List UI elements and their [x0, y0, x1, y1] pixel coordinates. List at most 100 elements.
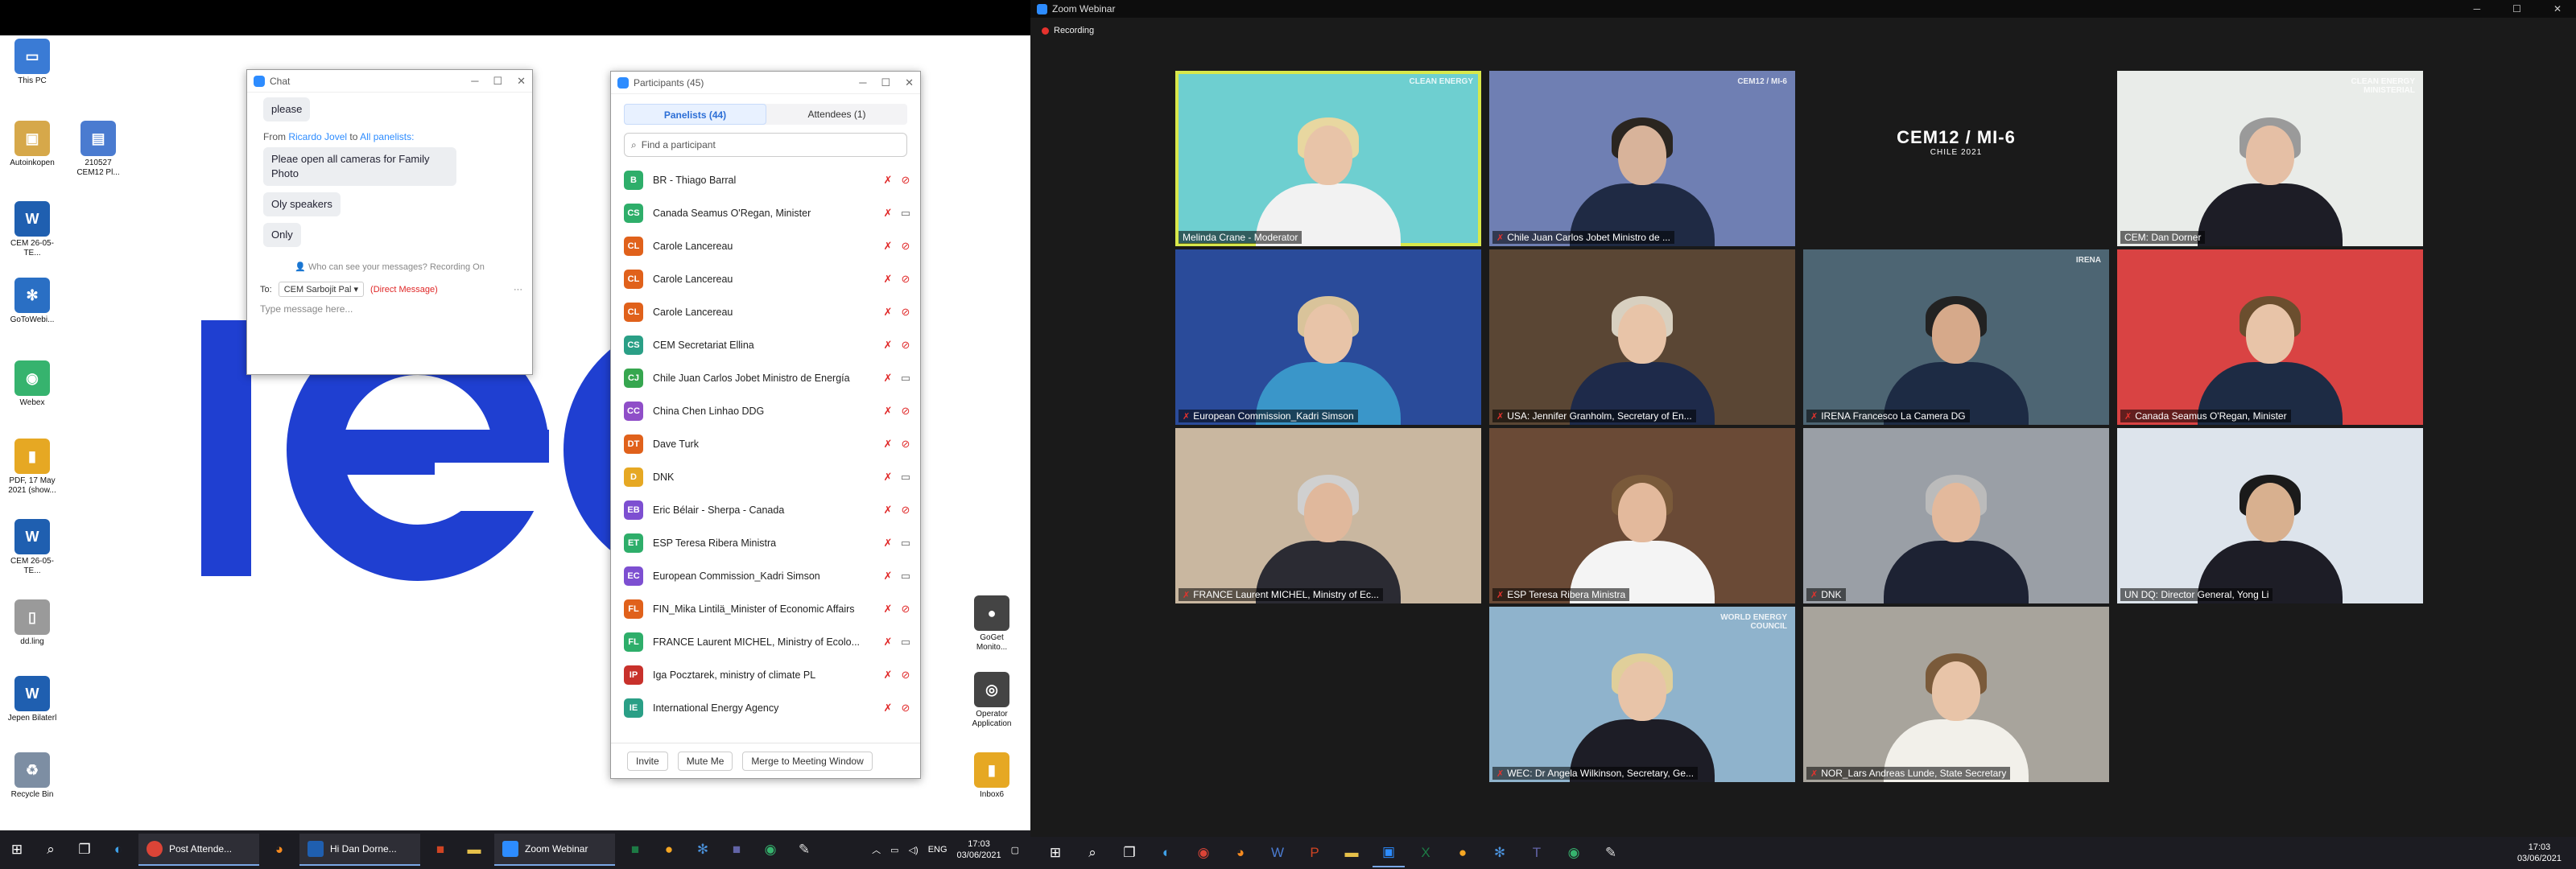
video-tile[interactable]: ✗ NOR_Lars Andreas Lunde, State Secretary: [1803, 607, 2109, 782]
firefox-icon[interactable]: ◕: [1224, 838, 1257, 867]
camera-off-icon[interactable]: ⊘: [899, 603, 912, 616]
taskbar-app-word[interactable]: Hi Dan Dorne...: [299, 834, 420, 866]
zoom-titlebar[interactable]: Zoom Webinar ─ ☐ ✕: [1030, 0, 2576, 18]
video-tile[interactable]: CLEAN ENERGY Melinda Crane - Moderator: [1175, 71, 1481, 246]
mic-muted-icon[interactable]: ✗: [881, 240, 894, 253]
teams-icon[interactable]: T: [1521, 838, 1553, 867]
invite-button[interactable]: Invite: [627, 751, 668, 771]
chrome-icon[interactable]: ◉: [756, 835, 785, 864]
video-tile[interactable]: ✗ European Commission_Kadri Simson: [1175, 249, 1481, 425]
maximize-icon[interactable]: ☐: [493, 75, 502, 88]
file-explorer-icon[interactable]: ▬: [460, 835, 489, 864]
video-tile[interactable]: ✗ ESP Teresa Ribera Ministra: [1489, 428, 1795, 603]
mic-muted-icon[interactable]: ✗: [881, 570, 894, 583]
close-icon[interactable]: ✕: [905, 76, 914, 89]
participant-row[interactable]: CS CEM Secretariat Ellina ✗ ⊘: [624, 328, 912, 361]
mic-muted-icon[interactable]: ✗: [881, 504, 894, 517]
desktop-icon[interactable]: ▤ 210527 CEM12 Pl...: [72, 121, 124, 178]
participant-row[interactable]: CC China Chen Linhao DDG ✗ ⊘: [624, 394, 912, 427]
task-view-icon[interactable]: ❐: [70, 835, 99, 864]
desktop-icon[interactable]: W CEM 26-05-TE...: [6, 519, 58, 576]
clock[interactable]: 17:03 03/06/2021: [957, 838, 1001, 861]
camera-icon[interactable]: ▭: [899, 372, 912, 385]
sender-link[interactable]: Ricardo Jovel: [288, 131, 347, 142]
edge-icon[interactable]: ◐: [1150, 838, 1183, 867]
chrome-icon[interactable]: ◉: [1558, 838, 1590, 867]
windows-start-icon[interactable]: ⊞: [2, 835, 31, 864]
maximize-icon[interactable]: ☐: [881, 76, 890, 89]
more-options-icon[interactable]: ···: [514, 285, 522, 294]
search-icon[interactable]: ⌕: [36, 835, 65, 864]
powerpoint-icon[interactable]: ■: [426, 835, 455, 864]
camera-off-icon[interactable]: ⊘: [899, 702, 912, 715]
desktop-icon[interactable]: W Jepen Bilaterl: [6, 676, 58, 723]
windows-start-icon[interactable]: ⊞: [1039, 838, 1071, 867]
chat-titlebar[interactable]: Chat ─ ☐ ✕: [247, 70, 532, 93]
video-tile[interactable]: CEM12 / MI-6 CHILE 2021: [1803, 71, 2109, 246]
mic-muted-icon[interactable]: ✗: [881, 273, 894, 286]
merge-window-button[interactable]: Merge to Meeting Window: [742, 751, 873, 771]
mic-muted-icon[interactable]: ✗: [881, 207, 894, 220]
camera-icon[interactable]: ▭: [899, 537, 912, 550]
app-icon[interactable]: ✎: [1595, 838, 1627, 867]
camera-off-icon[interactable]: ⊘: [899, 405, 912, 418]
app-icon[interactable]: ✻: [688, 835, 717, 864]
mic-muted-icon[interactable]: ✗: [881, 669, 894, 682]
task-view-icon[interactable]: ❐: [1113, 838, 1146, 867]
app-icon[interactable]: ●: [1447, 838, 1479, 867]
tab-attendees[interactable]: Attendees (1): [766, 104, 907, 125]
participant-row[interactable]: DT Dave Turk ✗ ⊘: [624, 427, 912, 460]
chat-message-input[interactable]: Type message here...: [260, 303, 532, 315]
mic-muted-icon[interactable]: ✗: [881, 471, 894, 484]
participant-row[interactable]: EB Eric Bélair - Sherpa - Canada ✗ ⊘: [624, 493, 912, 526]
participant-row[interactable]: CL Carole Lancereau ✗ ⊘: [624, 262, 912, 295]
participant-row[interactable]: CL Carole Lancereau ✗ ⊘: [624, 229, 912, 262]
close-icon[interactable]: ✕: [2553, 3, 2562, 14]
camera-off-icon[interactable]: ⊘: [899, 669, 912, 682]
mute-me-button[interactable]: Mute Me: [677, 751, 733, 771]
participant-row[interactable]: CJ Chile Juan Carlos Jobet Ministro de En…: [624, 361, 912, 394]
participant-row[interactable]: IE International Energy Agency ✗ ⊘: [624, 691, 912, 724]
participant-search-input[interactable]: ⌕ Find a participant: [624, 133, 907, 157]
desktop-icon[interactable]: ● GoGet Monito...: [966, 595, 1018, 653]
video-tile[interactable]: ✗ DNK: [1803, 428, 2109, 603]
recipient-link[interactable]: All panelists:: [360, 131, 414, 142]
camera-off-icon[interactable]: ⊘: [899, 273, 912, 286]
desktop-icon[interactable]: ▣ Autoinkopen: [6, 121, 58, 168]
chat-privacy-notice[interactable]: 👤 Who can see your messages? Recording O…: [247, 262, 532, 272]
app-icon[interactable]: ✎: [790, 835, 819, 864]
taskbar-app-zoom[interactable]: Zoom Webinar: [494, 834, 615, 866]
mic-muted-icon[interactable]: ✗: [881, 636, 894, 649]
word-icon[interactable]: W: [1261, 838, 1294, 867]
volume-icon[interactable]: ◁): [909, 845, 919, 855]
close-icon[interactable]: ✕: [517, 75, 526, 88]
clock[interactable]: 17:03 03/06/2021: [2517, 842, 2562, 864]
participant-row[interactable]: D DNK ✗ ▭: [624, 460, 912, 493]
desktop-icon[interactable]: ♻ Recycle Bin: [6, 752, 58, 800]
chrome-icon[interactable]: ◉: [1187, 838, 1220, 867]
app-icon[interactable]: ●: [654, 835, 683, 864]
camera-off-icon[interactable]: ⊘: [899, 174, 912, 187]
video-tile[interactable]: IRENA ✗ IRENA Francesco La Camera DG: [1803, 249, 2109, 425]
firefox-icon[interactable]: ◕: [265, 835, 294, 864]
camera-icon[interactable]: ▭: [899, 471, 912, 484]
taskbar-app-chrome[interactable]: Post Attende...: [138, 834, 259, 866]
participant-row[interactable]: CL Carole Lancereau ✗ ⊘: [624, 295, 912, 328]
participant-row[interactable]: CS Canada Seamus O'Regan, Minister ✗ ▭: [624, 196, 912, 229]
video-tile[interactable]: ✗ USA: Jennifer Granholm, Secretary of En…: [1489, 249, 1795, 425]
mic-muted-icon[interactable]: ✗: [881, 174, 894, 187]
mic-muted-icon[interactable]: ✗: [881, 438, 894, 451]
edge-icon[interactable]: ◐: [104, 835, 133, 864]
participant-row[interactable]: EC European Commission_Kadri Simson ✗ ▭: [624, 559, 912, 592]
excel-icon[interactable]: X: [1410, 838, 1442, 867]
participants-titlebar[interactable]: Participants (45) ─ ☐ ✕: [611, 72, 920, 94]
camera-off-icon[interactable]: ⊘: [899, 438, 912, 451]
minimize-icon[interactable]: ─: [2474, 3, 2481, 14]
recipient-select[interactable]: CEM Sarbojit Pal ▾: [278, 282, 365, 297]
mic-muted-icon[interactable]: ✗: [881, 702, 894, 715]
participant-row[interactable]: FL FIN_Mika Lintilä_Minister of Economic …: [624, 592, 912, 625]
teams-icon[interactable]: ■: [722, 835, 751, 864]
mic-muted-icon[interactable]: ✗: [881, 603, 894, 616]
desktop-icon[interactable]: ◉ Webex: [6, 360, 58, 408]
camera-off-icon[interactable]: ⊘: [899, 504, 912, 517]
